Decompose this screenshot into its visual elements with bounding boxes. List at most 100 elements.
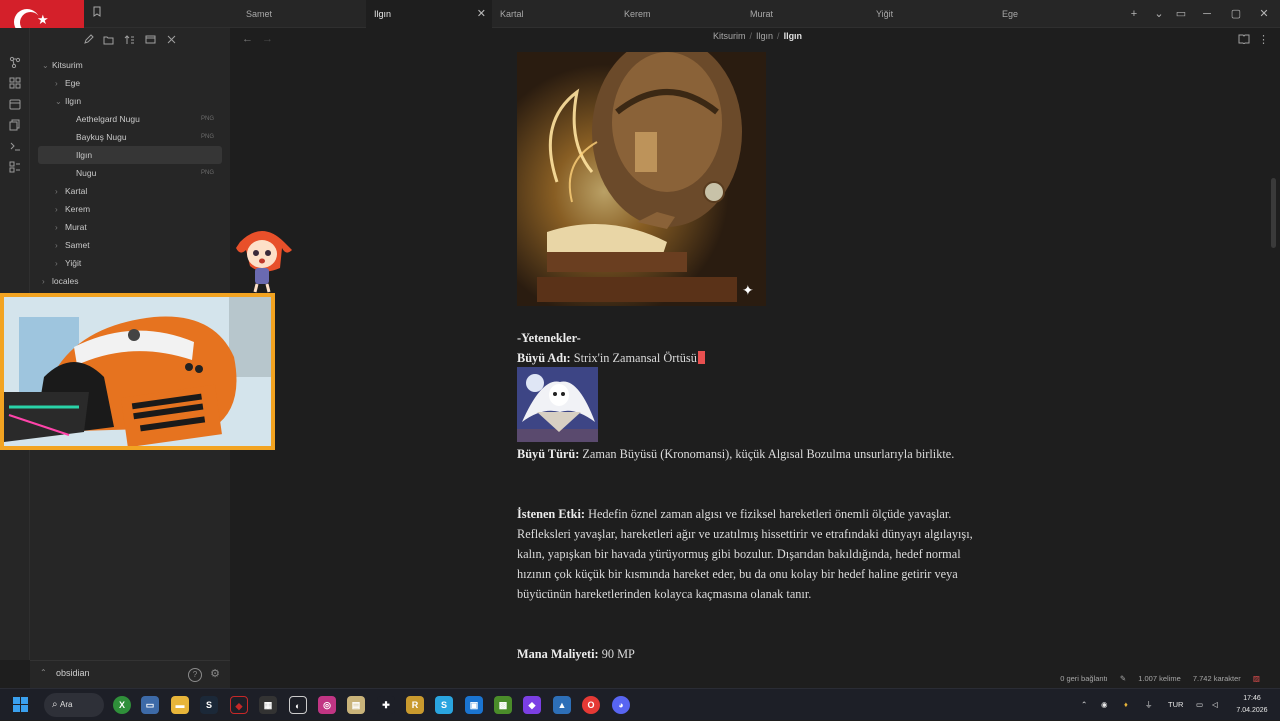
pages-icon[interactable] xyxy=(8,119,22,133)
back-arrow-icon[interactable]: ← xyxy=(242,33,253,45)
canvas-icon[interactable] xyxy=(8,77,22,91)
microphone-icon[interactable]: ♦ xyxy=(1124,689,1128,721)
discord-icon[interactable]: ◕ xyxy=(612,696,630,714)
desktop-app-icon[interactable]: ▭ xyxy=(141,696,159,714)
folder-locales[interactable]: › locales xyxy=(42,272,78,290)
tab-kerem[interactable]: Kerem xyxy=(616,0,742,28)
steam-icon[interactable]: S xyxy=(200,696,218,714)
chevron-right-icon: › xyxy=(55,241,58,250)
vault-switcher[interactable]: ⌃ obsidian ? ⚙ xyxy=(30,660,230,688)
tray-app-icon[interactable]: ◉ xyxy=(1101,689,1108,721)
file-explorer-icon[interactable]: ▬ xyxy=(171,696,189,714)
edit-icon[interactable]: ✎ xyxy=(1120,674,1126,683)
effect-label: İstenen Etki: xyxy=(517,507,585,521)
collapse-all-icon[interactable] xyxy=(143,34,157,48)
tab-list-chevron-icon[interactable]: ⌄ xyxy=(1148,0,1170,28)
obsidian-app: Samet Ilgın ✕ Kartal Kerem Murat Yiğit Eg… xyxy=(0,0,1280,688)
tab-label: Ilgın xyxy=(374,9,392,19)
close-all-icon[interactable] xyxy=(164,34,178,48)
tool-app-icon[interactable]: ✚ xyxy=(377,696,395,714)
system-clock[interactable]: 17:46 7.04.2026 xyxy=(1232,693,1272,717)
file-ilgin-active[interactable]: Ilgın xyxy=(38,146,222,164)
spell-type-paragraph: Büyü Türü: Zaman Büyüsü (Kronomansi), kü… xyxy=(517,444,987,464)
photos-icon[interactable]: ▲ xyxy=(553,696,571,714)
sidebar-toggle-icon[interactable]: ▭ xyxy=(1170,0,1192,28)
store-icon[interactable]: ▣ xyxy=(465,696,483,714)
tab-bar: Samet Ilgın ✕ Kartal Kerem Murat Yiğit Eg… xyxy=(0,0,1280,28)
breadcrumb-parent[interactable]: Ilgın xyxy=(756,31,773,41)
more-options-icon[interactable]: ⋮ xyxy=(1258,33,1269,46)
instagram-icon[interactable]: ◎ xyxy=(318,696,336,714)
tab-samet[interactable]: Samet xyxy=(238,0,366,28)
abilities-heading: -Yetenekler- xyxy=(517,328,987,348)
graph-view-icon[interactable] xyxy=(8,56,22,70)
windows-start-icon[interactable] xyxy=(13,697,29,713)
calendar-icon[interactable] xyxy=(8,98,22,112)
volume-icon[interactable]: ◁ xyxy=(1212,689,1218,721)
network-icon[interactable]: ▭ xyxy=(1196,689,1203,721)
tree-label: Samet xyxy=(65,240,90,250)
game-app-icon[interactable]: ▤ xyxy=(347,696,365,714)
file-baykus-nugu[interactable]: Baykuş Nugu PNG xyxy=(76,128,214,146)
folder-murat[interactable]: › Murat xyxy=(55,218,87,236)
window-close-icon[interactable]: ✕ xyxy=(1253,0,1275,28)
folder-kitsurim[interactable]: ⌄ Kitsurim xyxy=(42,56,83,74)
chevron-down-icon: ⌄ xyxy=(42,61,49,70)
folder-kartal[interactable]: › Kartal xyxy=(55,182,87,200)
tab-ilgin[interactable]: Ilgın ✕ xyxy=(366,0,492,28)
minimize-icon[interactable]: ─ xyxy=(1196,0,1218,28)
new-folder-icon[interactable] xyxy=(101,34,115,48)
taskbar-search[interactable]: ⌕ Ara xyxy=(44,693,104,717)
file-aethelgard-nugu[interactable]: Aethelgard Nugu PNG xyxy=(76,110,214,128)
xbox-app-icon[interactable]: X xyxy=(113,696,131,714)
file-type-badge: PNG xyxy=(201,116,215,122)
chibi-character-sticker xyxy=(228,222,296,294)
skype-icon[interactable]: S xyxy=(435,696,453,714)
editor-scrollbar[interactable] xyxy=(1271,178,1276,248)
new-tab-icon[interactable]: + xyxy=(1123,0,1145,28)
tab-yigit[interactable]: Yiğit xyxy=(868,0,994,28)
folder-samet[interactable]: › Samet xyxy=(55,236,90,254)
folder-kerem[interactable]: › Kerem xyxy=(55,200,90,218)
folder-ilgin[interactable]: ⌄ Ilgın xyxy=(55,92,81,110)
tab-kartal[interactable]: Kartal xyxy=(492,0,616,28)
file-nugu[interactable]: Nugu PNG xyxy=(76,164,214,182)
launcher-app-icon[interactable]: R xyxy=(406,696,424,714)
reading-mode-icon[interactable] xyxy=(1238,33,1250,47)
red-app-icon[interactable]: ◆ xyxy=(230,696,248,714)
bookmark-icon[interactable] xyxy=(86,0,108,28)
obsidian-taskbar-icon[interactable]: ◆ xyxy=(523,696,541,714)
webcam-scene xyxy=(4,297,271,446)
tab-murat[interactable]: Murat xyxy=(742,0,868,28)
svg-text:✦: ✦ xyxy=(742,283,754,299)
file-type-badge: PNG xyxy=(201,170,215,176)
sort-icon[interactable] xyxy=(122,34,136,48)
usb-icon[interactable]: ⏚ xyxy=(1145,689,1153,721)
help-icon[interactable]: ? xyxy=(188,668,202,682)
folder-ege[interactable]: › Ege xyxy=(55,74,80,92)
opera-icon[interactable]: O xyxy=(582,696,600,714)
folder-yigit[interactable]: › Yiğit xyxy=(55,254,81,272)
commands-icon[interactable] xyxy=(8,161,22,175)
tree-label: Ilgın xyxy=(76,150,93,160)
browser-icon[interactable]: ◐ xyxy=(289,696,307,714)
minecraft-icon[interactable]: ▩ xyxy=(494,696,512,714)
close-icon[interactable]: ✕ xyxy=(477,0,486,28)
tab-ege[interactable]: Ege xyxy=(994,0,1120,28)
terminal-icon[interactable] xyxy=(8,140,22,154)
widget-app-icon[interactable]: ▦ xyxy=(259,696,277,714)
backlink-count[interactable]: 0 geri bağlantı xyxy=(1060,674,1108,683)
maximize-icon[interactable]: ▢ xyxy=(1225,0,1247,28)
spell-type-value: Zaman Büyüsü (Kronomansi), küçük Algısal… xyxy=(582,447,955,461)
forward-arrow-icon[interactable]: → xyxy=(262,33,273,45)
new-note-icon[interactable] xyxy=(81,34,95,48)
tray-overflow-chevron-icon[interactable]: ⌃ xyxy=(1081,689,1087,721)
settings-icon[interactable]: ⚙ xyxy=(208,668,222,682)
breadcrumb-root[interactable]: Kitsurim xyxy=(713,31,746,41)
word-count: 1.007 kelime xyxy=(1138,674,1181,683)
mana-label: Mana Maliyeti: xyxy=(517,647,599,661)
sync-status-icon[interactable]: ▨ xyxy=(1253,674,1260,683)
language-indicator[interactable]: TUR xyxy=(1168,689,1183,721)
search-label: Ara xyxy=(60,700,73,709)
tab-label: Murat xyxy=(750,9,774,19)
